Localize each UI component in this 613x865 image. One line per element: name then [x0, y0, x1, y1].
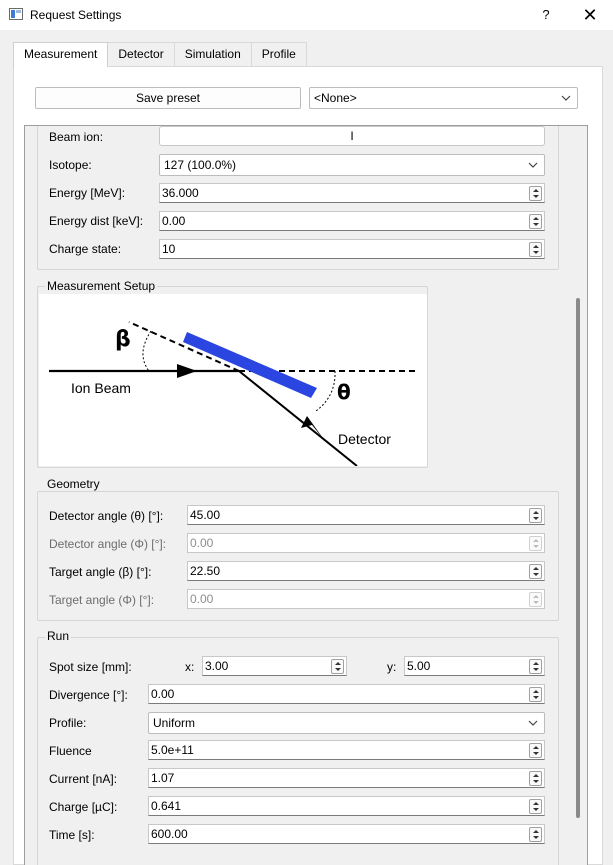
detector-theta-spinbox[interactable]: 45.00	[187, 505, 545, 525]
charge-state-value: 10	[162, 242, 176, 256]
target-normal-dashed-line	[128, 321, 240, 372]
chevron-down-icon	[528, 720, 538, 726]
beam-ion-label: Beam ion:	[49, 130, 104, 144]
charge-value: 0.641	[151, 799, 182, 813]
spin-arrows-icon[interactable]	[529, 687, 542, 702]
tab-simulation[interactable]: Simulation	[173, 42, 252, 66]
beam-ion-selector[interactable]: I	[159, 126, 545, 146]
detector-phi-spinbox: 0.00	[187, 533, 545, 553]
charge-label: Charge [µC]:	[49, 800, 118, 814]
profile-label: Profile:	[49, 716, 87, 730]
preset-combo-value: <None>	[314, 91, 357, 105]
chevron-down-icon	[528, 162, 538, 168]
tab-profile[interactable]: Profile	[250, 42, 307, 66]
spot-size-label: Spot size [mm]:	[49, 660, 132, 674]
energy-dist-label: Energy dist [keV]:	[49, 214, 144, 228]
target-phi-spinbox: 0.00	[187, 589, 545, 609]
energy-spinbox[interactable]: 36.000	[159, 183, 545, 203]
target-phi-label: Target angle (Φ) [°]:	[49, 593, 155, 607]
target-sample	[183, 332, 317, 398]
preset-combo[interactable]: <None>	[309, 87, 578, 109]
tab-measurement[interactable]: Measurement	[13, 42, 109, 67]
chevron-down-icon	[561, 95, 571, 101]
isotope-combo[interactable]: 127 (100.0%)	[159, 154, 545, 176]
target-beta-label: Target angle (β) [°]:	[49, 565, 152, 579]
fluence-label: Fluence	[49, 744, 92, 758]
energy-dist-value: 0.00	[162, 214, 186, 228]
close-button[interactable]: ✕	[578, 3, 602, 27]
detector-phi-label: Detector angle (Φ) [°]:	[49, 537, 167, 551]
target-phi-value: 0.00	[190, 592, 214, 606]
isotope-value: 127 (100.0%)	[164, 158, 237, 172]
current-label: Current [nA]:	[49, 772, 118, 786]
time-label: Time [s]:	[49, 828, 95, 842]
theta-symbol: θ	[337, 380, 351, 404]
run-title: Run	[45, 629, 72, 643]
energy-dist-spinbox[interactable]: 0.00	[159, 211, 545, 231]
spin-arrows-icon[interactable]	[529, 564, 542, 579]
energy-value: 36.000	[162, 186, 199, 200]
spot-y-label: y:	[387, 660, 397, 674]
spin-arrows-icon[interactable]	[529, 508, 542, 523]
ion-beam-caption: Ion Beam	[71, 380, 131, 396]
fluence-spinbox[interactable]: 5.0e+11	[148, 740, 545, 760]
ion-beam-arrowhead	[177, 364, 197, 378]
app-icon	[9, 8, 23, 20]
beta-symbol: β	[115, 327, 131, 352]
detector-phi-value: 0.00	[190, 536, 214, 550]
energy-label: Energy [MeV]:	[49, 186, 126, 200]
divergence-label: Divergence [°]:	[49, 688, 128, 702]
geometry-title: Geometry	[45, 477, 102, 491]
target-beta-value: 22.50	[190, 564, 221, 578]
spot-x-spinbox[interactable]: 3.00	[202, 656, 347, 676]
time-value: 600.00	[151, 827, 188, 841]
divergence-value: 0.00	[151, 687, 175, 701]
charge-spinbox[interactable]: 0.641	[148, 796, 545, 816]
save-preset-button[interactable]: Save preset	[35, 87, 301, 109]
spot-x-label: x:	[185, 660, 195, 674]
spin-arrows-icon[interactable]	[331, 659, 344, 674]
current-spinbox[interactable]: 1.07	[148, 768, 545, 788]
spin-arrows-icon[interactable]	[529, 659, 542, 674]
charge-state-spinbox[interactable]: 10	[159, 239, 545, 259]
profile-value: Uniform	[153, 716, 196, 730]
fluence-value: 5.0e+11	[151, 743, 194, 757]
spot-x-value: 3.00	[205, 659, 229, 673]
spin-arrows-icon[interactable]	[529, 242, 542, 257]
charge-state-label: Charge state:	[49, 242, 122, 256]
spin-arrows-icon[interactable]	[529, 186, 542, 201]
tab-detector[interactable]: Detector	[107, 42, 175, 66]
spot-y-value: 5.00	[407, 659, 431, 673]
beta-arc	[142, 330, 152, 372]
measurement-setup-title: Measurement Setup	[45, 279, 158, 293]
measurement-geometry-diagram: β θ Ion Beam Detector	[39, 294, 427, 466]
spin-arrows-icon	[529, 536, 542, 551]
title-bar: Request Settings ? ✕	[0, 0, 613, 30]
spin-arrows-icon	[529, 592, 542, 607]
tab-bar: Measurement Detector Simulation Profile	[13, 42, 307, 67]
profile-combo[interactable]: Uniform	[148, 712, 545, 734]
spin-arrows-icon[interactable]	[529, 743, 542, 758]
target-beta-spinbox[interactable]: 22.50	[187, 561, 545, 581]
detector-theta-label: Detector angle (θ) [°]:	[49, 509, 164, 523]
isotope-label: Isotope:	[49, 158, 92, 172]
spin-arrows-icon[interactable]	[529, 214, 542, 229]
settings-scroll-area[interactable]: Beam ion: I Isotope: 127 (100.0%) Energy…	[24, 125, 588, 865]
theta-arc	[315, 370, 336, 412]
window-title: Request Settings	[30, 8, 122, 22]
detector-theta-value: 45.00	[190, 508, 221, 522]
spin-arrows-icon[interactable]	[529, 827, 542, 842]
detector-caption: Detector	[338, 431, 391, 447]
spin-arrows-icon[interactable]	[529, 799, 542, 814]
time-spinbox[interactable]: 600.00	[148, 824, 545, 844]
spot-y-spinbox[interactable]: 5.00	[404, 656, 545, 676]
help-button[interactable]: ?	[536, 5, 556, 25]
current-value: 1.07	[151, 771, 175, 785]
scrollbar-thumb[interactable]	[576, 298, 580, 818]
divergence-spinbox[interactable]: 0.00	[148, 684, 545, 704]
spin-arrows-icon[interactable]	[529, 771, 542, 786]
